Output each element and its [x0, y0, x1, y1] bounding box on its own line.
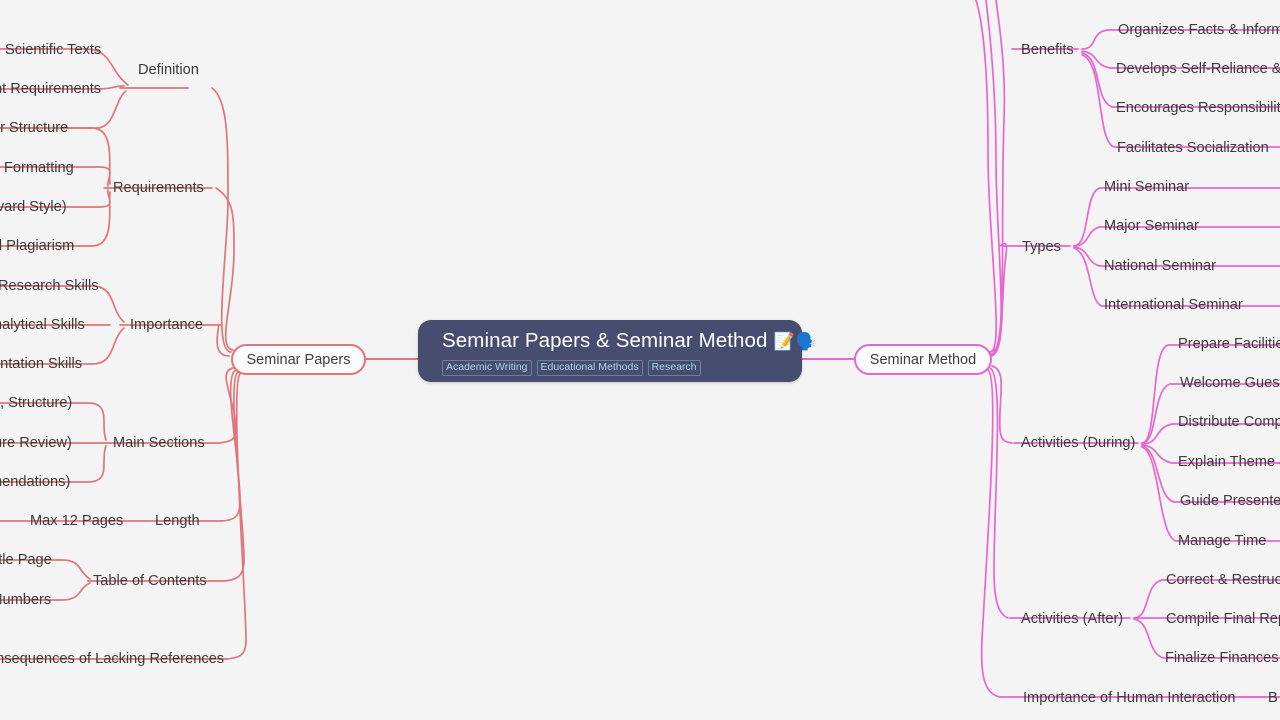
node-welcome-guests[interactable]: Welcome Guests	[1180, 375, 1280, 391]
node-definition[interactable]: Definition	[138, 62, 199, 78]
node-manage-time[interactable]: Manage Time	[1178, 533, 1266, 549]
mindmap-canvas: Seminar Papers & Seminar Method 📝🗣️ Acade…	[0, 0, 1280, 720]
node-facilitates-socialization[interactable]: Facilitates Socialization	[1117, 140, 1269, 156]
node-main-sections[interactable]: Main Sections	[113, 435, 205, 451]
node-conclusion-recommendations[interactable]: mendations)	[0, 474, 70, 490]
branch-seminar-method[interactable]: Seminar Method	[854, 344, 992, 375]
node-consequences-of-lacking-references[interactable]: onsequences of Lacking References	[0, 651, 224, 667]
tag-educational-methods[interactable]: Educational Methods	[536, 360, 643, 376]
node-international-seminar[interactable]: International Seminar	[1104, 297, 1243, 313]
node-student-requirements[interactable]: nt Requirements	[0, 81, 101, 97]
node-presentation-skills[interactable]: entation Skills	[0, 356, 82, 372]
node-page-numbers[interactable]: Numbers	[0, 592, 51, 608]
tag-academic-writing[interactable]: Academic Writing	[442, 360, 532, 376]
node-requirements[interactable]: Requirements	[113, 180, 204, 196]
node-table-of-contents[interactable]: Table of Contents	[93, 573, 207, 589]
node-compile-final-report[interactable]: Compile Final Repo	[1166, 611, 1280, 627]
node-major-seminar[interactable]: Major Seminar	[1104, 218, 1199, 234]
node-national-seminar[interactable]: National Seminar	[1104, 258, 1216, 274]
root-node[interactable]: Seminar Papers & Seminar Method 📝🗣️ Acade…	[418, 320, 817, 382]
root-emoji-icons: 📝🗣️	[773, 332, 818, 351]
node-clear-structure[interactable]: ar Structure	[0, 120, 68, 136]
node-finalize-finances-evaluate[interactable]: Finalize Finances &	[1165, 650, 1280, 666]
node-introduction-topic-structure[interactable]: e, Structure)	[0, 395, 72, 411]
node-formatting[interactable]: Formatting	[4, 160, 74, 176]
root-title: Seminar Papers & Seminar Method 📝🗣️	[442, 329, 818, 353]
node-encourages-responsibility[interactable]: Encourages Responsibility	[1116, 100, 1280, 116]
node-research-skills[interactable]: Research Skills	[0, 278, 99, 294]
node-prepare-facilities[interactable]: Prepare Facilities	[1178, 336, 1280, 352]
branch-seminar-papers[interactable]: Seminar Papers	[231, 344, 366, 375]
node-distribute-competencies[interactable]: Distribute Compe	[1178, 414, 1280, 430]
node-analytical-skills[interactable]: nalytical Skills	[0, 317, 85, 333]
node-citation-harvard-style[interactable]: rvard Style)	[0, 199, 67, 215]
node-title-page[interactable]: itle Page	[0, 552, 52, 568]
node-organizes-facts-information[interactable]: Organizes Facts & Informat	[1118, 22, 1280, 38]
node-benefits[interactable]: Benefits	[1021, 42, 1074, 58]
node-develops-self-reliance-confidence[interactable]: Develops Self-Reliance & C	[1116, 61, 1280, 77]
node-avoid-plagiarism[interactable]: d Plagiarism	[0, 238, 74, 254]
node-max-12-pages[interactable]: Max 12 Pages	[30, 513, 123, 529]
node-explain-theme-agenda[interactable]: Explain Theme &	[1178, 454, 1280, 470]
node-mini-seminar[interactable]: Mini Seminar	[1104, 179, 1189, 195]
node-importance-human-interaction-child[interactable]: B	[1268, 690, 1278, 706]
node-types[interactable]: Types	[1022, 239, 1061, 255]
node-guide-presenters[interactable]: Guide Presenters	[1180, 493, 1280, 509]
node-scientific-texts[interactable]: Scientific Texts	[5, 42, 101, 58]
branch-seminar-papers-label: Seminar Papers	[246, 351, 351, 368]
node-importance-of-human-interaction[interactable]: Importance of Human Interaction	[1023, 690, 1236, 706]
node-length[interactable]: Length	[155, 513, 200, 529]
node-correct-restructure[interactable]: Correct & Restructu	[1166, 572, 1280, 588]
tag-research[interactable]: Research	[647, 360, 701, 376]
root-tag-list: Academic Writing Educational Methods Res…	[442, 360, 701, 376]
node-activities-after[interactable]: Activities (After)	[1021, 611, 1123, 627]
root-title-text: Seminar Papers & Seminar Method	[442, 329, 768, 352]
node-body-literature-review[interactable]: ture Review)	[0, 435, 72, 451]
node-activities-during[interactable]: Activities (During)	[1021, 435, 1135, 451]
branch-seminar-method-label: Seminar Method	[869, 351, 977, 368]
node-importance[interactable]: Importance	[130, 317, 203, 333]
